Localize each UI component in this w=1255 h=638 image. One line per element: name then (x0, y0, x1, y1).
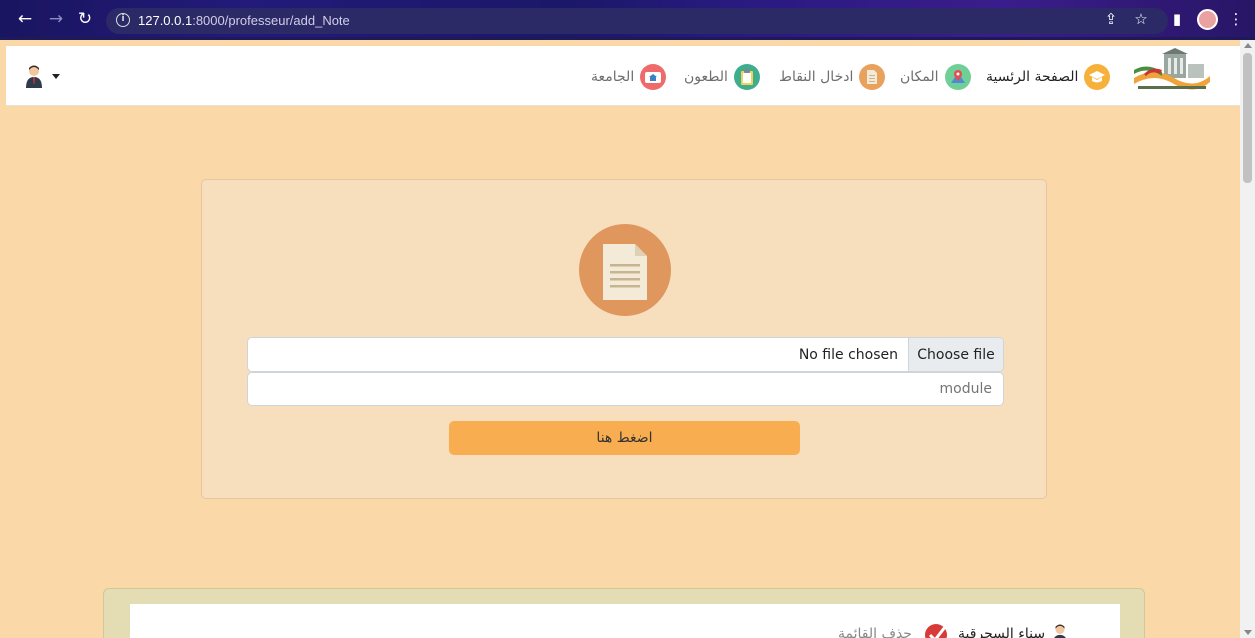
choose-file-button[interactable]: Choose file (908, 338, 1003, 371)
map-pin-icon (944, 64, 971, 90)
grades-list-card: سناء السجرقية حذف القائمة (103, 588, 1145, 638)
submit-button[interactable]: اضغط هنا (449, 421, 800, 455)
nav-university-label: الجامعة (591, 69, 635, 85)
profile-avatar-icon[interactable] (1197, 9, 1218, 30)
forward-icon[interactable]: → (45, 8, 67, 30)
user-avatar-icon (26, 65, 42, 88)
graduation-cap-icon (1084, 64, 1111, 90)
address-bar[interactable]: i 127.0.0.1:8000/professeur/add_Note (106, 8, 1168, 34)
nav-appeals-label: الطعون (684, 69, 728, 85)
list-item: سناء السجرقية حذف القائمة (838, 621, 1069, 638)
scroll-up-arrow-icon[interactable] (1244, 43, 1252, 48)
url-path: :8000/professeur/add_Note (192, 13, 350, 28)
scroll-down-arrow-icon[interactable] (1244, 630, 1252, 635)
back-icon[interactable]: ← (14, 8, 36, 30)
nav-home[interactable]: الصفحة الرئسية (986, 64, 1111, 90)
nav-location-label: المكان (900, 69, 939, 85)
page-scrollbar[interactable] (1240, 40, 1255, 638)
nav-home-label: الصفحة الرئسية (986, 69, 1079, 85)
school-icon (640, 64, 667, 90)
student-avatar-icon (1054, 624, 1066, 638)
caret-down-icon (52, 73, 60, 79)
student-name: سناء السجرقية (957, 626, 1046, 638)
add-note-card: Choose file No file chosen اضغط هنا (201, 179, 1047, 499)
nav-appeals[interactable]: الطعون (684, 64, 760, 90)
url-text[interactable]: 127.0.0.1:8000/professeur/add_Note (138, 13, 350, 28)
scroll-thumb[interactable] (1243, 53, 1252, 183)
site-info-icon[interactable]: i (116, 13, 130, 27)
site-navbar: الصفحة الرئسية المكان ادخال النقاط الطعو… (6, 46, 1240, 106)
share-icon[interactable]: ⇪ (1101, 9, 1121, 29)
nav-enter-grades[interactable]: ادخال النقاط (779, 64, 886, 90)
user-menu-toggle[interactable] (24, 64, 60, 88)
university-logo[interactable] (1130, 48, 1214, 94)
browser-toolbar: ← → ↻ i 127.0.0.1:8000/professeur/add_No… (0, 0, 1255, 40)
module-input[interactable] (247, 372, 1004, 406)
document-icon (859, 64, 886, 90)
side-panel-icon[interactable]: ▮ (1167, 9, 1187, 29)
clipboard-icon (733, 64, 760, 90)
delete-list-link[interactable]: حذف القائمة (838, 626, 912, 638)
nav-university[interactable]: الجامعة (591, 64, 667, 90)
nav-enter-grades-label: ادخال النقاط (779, 69, 854, 85)
reload-icon[interactable]: ↻ (74, 8, 96, 30)
nav-location[interactable]: المكان (900, 64, 971, 90)
browser-menu-icon[interactable]: ⋮ (1226, 9, 1246, 29)
file-icon (579, 224, 671, 316)
file-status-text: No file chosen (798, 346, 898, 363)
url-host: 127.0.0.1 (138, 13, 193, 28)
file-upload-field[interactable]: Choose file No file chosen (247, 337, 1004, 372)
star-icon[interactable]: ☆ (1131, 9, 1151, 29)
grades-list-panel: سناء السجرقية حذف القائمة (130, 604, 1120, 638)
delete-icon[interactable] (918, 621, 952, 638)
